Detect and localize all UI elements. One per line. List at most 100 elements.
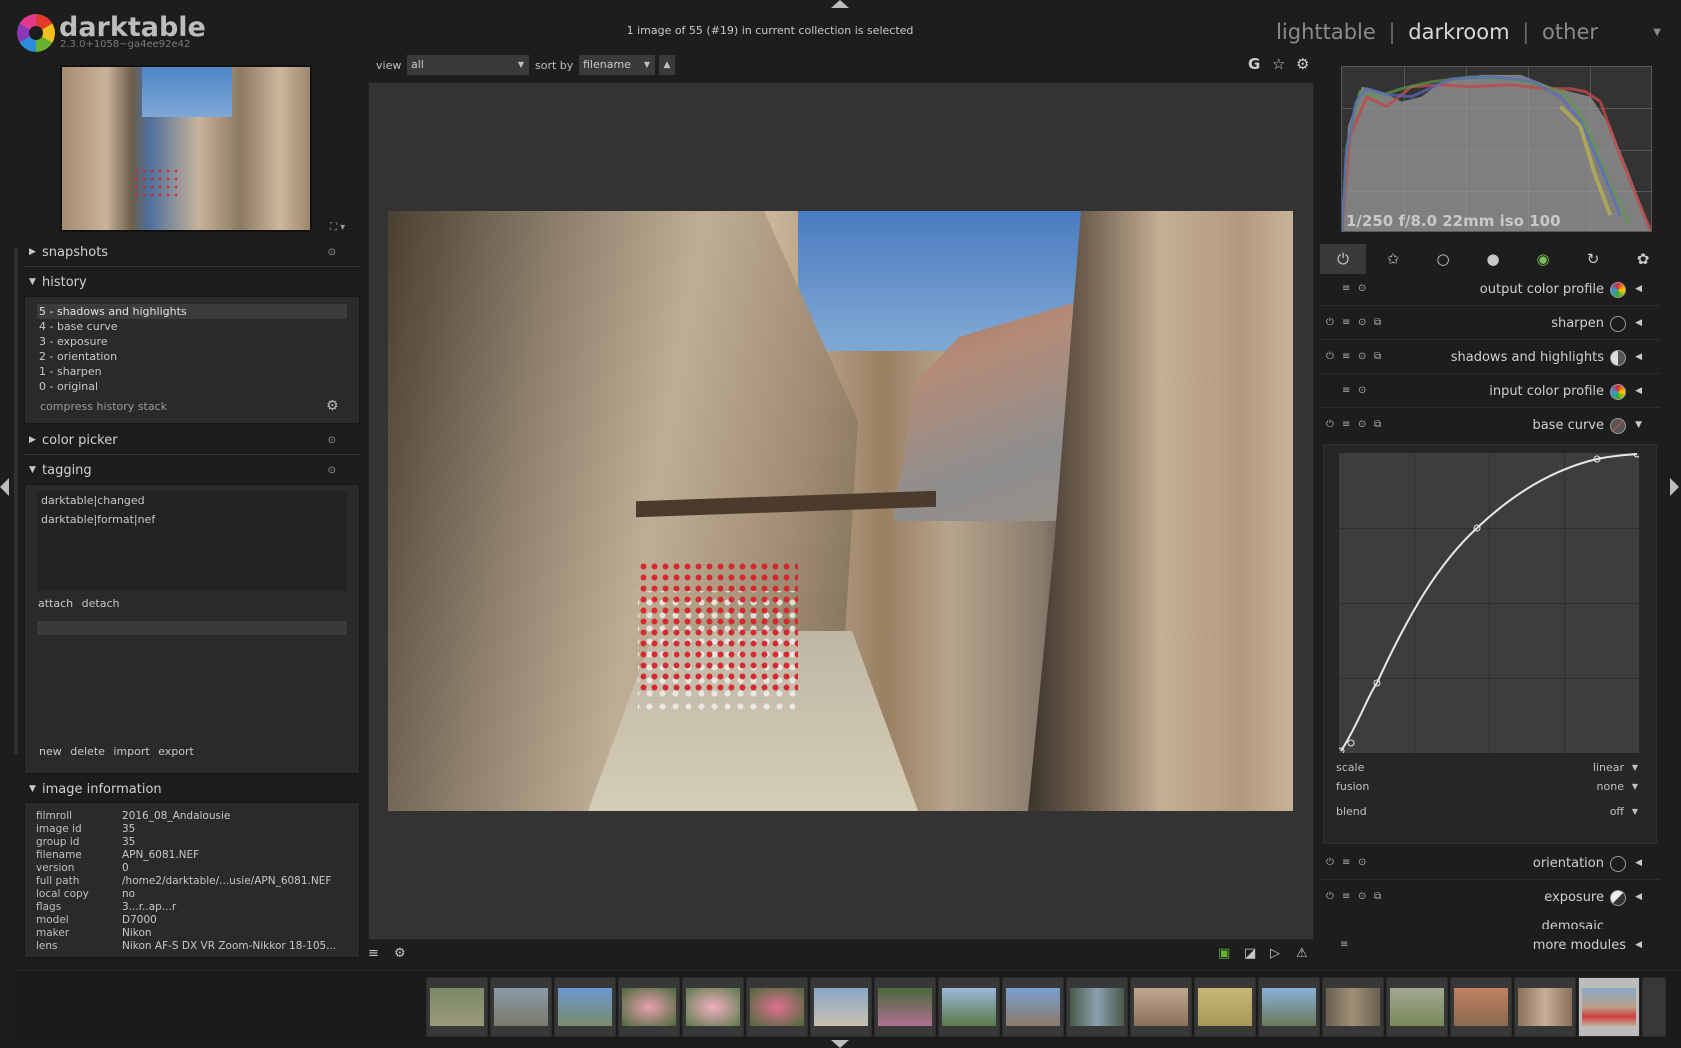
presets-icon[interactable]: ≡	[1342, 419, 1350, 430]
presets-icon[interactable]: ≡	[1342, 891, 1350, 902]
attach-button[interactable]: attach	[38, 597, 73, 610]
collapse-top-panel-icon[interactable]	[831, 0, 849, 8]
reset-icon[interactable]: ⊙	[1358, 351, 1366, 362]
grouping-icon[interactable]: G	[1248, 55, 1260, 73]
module-demosaic[interactable]: demosaic	[1320, 915, 1660, 929]
over-exposure-icon[interactable]: ◪	[1244, 946, 1256, 961]
expand-arrow-icon[interactable]: ◀	[1635, 318, 1642, 328]
reset-icon[interactable]: ⊙	[1358, 385, 1366, 396]
blend-param[interactable]: blend off ▼	[1336, 805, 1644, 821]
expand-arrow-icon[interactable]: ◀	[1635, 892, 1642, 902]
styles-icon[interactable]: ⚙	[394, 946, 406, 961]
attached-tag[interactable]: darktable|format|nef	[37, 510, 347, 529]
collapse-bottom-panel-icon[interactable]	[831, 1040, 849, 1048]
view-darkroom[interactable]: darkroom	[1408, 20, 1509, 44]
new-tag-button[interactable]: new	[39, 745, 62, 758]
expand-arrow-icon[interactable]: ◀	[1635, 284, 1642, 294]
collapse-arrow-icon[interactable]: ▼	[1635, 420, 1642, 430]
export-tags-button[interactable]: export	[158, 745, 194, 758]
attached-tag[interactable]: darktable|changed	[37, 491, 347, 510]
view-lighttable[interactable]: lighttable	[1276, 20, 1376, 44]
view-filter-select[interactable]: all ▼	[407, 55, 529, 75]
filmstrip-thumbnail[interactable]	[1002, 977, 1064, 1037]
reset-icon[interactable]: ⊙	[1358, 891, 1366, 902]
history-item[interactable]: 1 - sharpen	[37, 364, 347, 379]
reset-icon[interactable]: ⊙	[1358, 419, 1366, 430]
gear-icon[interactable]: ⚙	[1296, 55, 1309, 73]
navigator-zoom-icon[interactable]: ⛶ ▾	[330, 222, 345, 233]
collapse-right-panel-icon[interactable]	[1670, 478, 1679, 496]
filmstrip-thumbnail[interactable]	[426, 977, 488, 1037]
presets-icon[interactable]: ≡	[1342, 385, 1350, 396]
module-sharpen[interactable]: ⏻ ≡ ⊙ ⧉ sharpen ◀	[1320, 309, 1660, 339]
main-image[interactable]	[388, 211, 1293, 811]
color-assessment-icon[interactable]: ▣	[1218, 946, 1230, 961]
multi-instance-icon[interactable]: ⧉	[1374, 317, 1381, 328]
filmstrip-thumbnail[interactable]	[1450, 977, 1512, 1037]
filmstrip-thumbnail[interactable]	[554, 977, 616, 1037]
filmstrip-thumbnail[interactable]	[938, 977, 1000, 1037]
filmstrip-thumbnail[interactable]	[1258, 977, 1320, 1037]
gamut-check-icon[interactable]: ⚠	[1296, 946, 1308, 961]
fusion-param[interactable]: fusion none ▼	[1336, 780, 1644, 796]
favorites-group-icon[interactable]: ✩	[1370, 244, 1416, 274]
expand-arrow-icon[interactable]: ◀	[1635, 858, 1642, 868]
presets-icon[interactable]: ≡	[1342, 317, 1350, 328]
presets-icon[interactable]: ≡	[1342, 857, 1350, 868]
create-style-icon[interactable]: ⚙	[326, 398, 339, 414]
color-picker-header[interactable]: ▶ color picker ⊙	[24, 429, 360, 453]
history-header[interactable]: ▼ history	[24, 271, 360, 295]
expand-arrow-icon[interactable]: ◀	[1635, 386, 1642, 396]
curve-node[interactable]	[1347, 739, 1355, 747]
star-icon[interactable]: ☆	[1272, 55, 1285, 73]
views-dropdown-icon[interactable]: ▼	[1653, 27, 1661, 38]
softproof-icon[interactable]: ▷	[1270, 946, 1280, 961]
presets-icon[interactable]: ≡	[1340, 939, 1348, 950]
active-modules-group-icon[interactable]: ⏻	[1320, 244, 1366, 274]
tagging-header[interactable]: ▼ tagging ⊙	[24, 459, 360, 483]
multi-instance-icon[interactable]: ⧉	[1374, 891, 1381, 902]
reset-icon[interactable]: ⊙	[328, 435, 336, 446]
multi-instance-icon[interactable]: ⧉	[1374, 351, 1381, 362]
import-tags-button[interactable]: import	[113, 745, 149, 758]
filmstrip-thumbnail[interactable]	[1514, 977, 1576, 1037]
sort-direction-button[interactable]: ▲	[659, 55, 675, 75]
filmstrip-thumbnail[interactable]	[1386, 977, 1448, 1037]
basic-group-icon[interactable]: ○	[1420, 244, 1466, 274]
presets-icon[interactable]: ≡	[1342, 351, 1350, 362]
history-item[interactable]: 2 - orientation	[37, 349, 347, 364]
power-icon[interactable]: ⏻	[1326, 419, 1334, 430]
tone-group-icon[interactable]: ●	[1470, 244, 1516, 274]
compress-history-button[interactable]: compress history stack	[40, 400, 167, 413]
reset-icon[interactable]: ⊙	[1358, 857, 1366, 868]
filmstrip-thumbnail[interactable]	[1642, 977, 1666, 1037]
tag-entry-field[interactable]	[37, 621, 347, 635]
module-base-curve[interactable]: ⏻ ≡ ⊙ ⧉ base curve ▼	[1320, 411, 1660, 441]
filmstrip-thumbnail[interactable]	[746, 977, 808, 1037]
left-panel-scrollbar[interactable]	[14, 248, 18, 754]
power-icon[interactable]: ⏻	[1326, 857, 1334, 868]
history-item[interactable]: 3 - exposure	[37, 334, 347, 349]
more-modules-row[interactable]: ≡ more modules ◀	[1320, 936, 1660, 956]
navigator-thumbnail[interactable]	[60, 65, 312, 232]
module-input-color-profile[interactable]: ≡ ⊙ input color profile ◀	[1320, 377, 1660, 407]
filmstrip-thumbnail[interactable]	[1194, 977, 1256, 1037]
reset-icon[interactable]: ⊙	[328, 247, 336, 258]
detach-button[interactable]: detach	[82, 597, 120, 610]
image-information-header[interactable]: ▼ image information	[24, 778, 360, 802]
filmstrip-thumbnail-current[interactable]	[1578, 977, 1640, 1037]
sort-by-select[interactable]: filename ▼	[579, 55, 655, 75]
view-other[interactable]: other	[1542, 20, 1598, 44]
module-output-color-profile[interactable]: ≡ ⊙ output color profile ◀	[1320, 275, 1660, 305]
history-item[interactable]: 5 - shadows and highlights	[37, 304, 347, 319]
reset-icon[interactable]: ⊙	[328, 465, 336, 476]
filmstrip-thumbnail[interactable]	[682, 977, 744, 1037]
filmstrip-thumbnail[interactable]	[874, 977, 936, 1037]
scale-param[interactable]: scale linear ▼	[1336, 761, 1644, 777]
filmstrip-thumbnail[interactable]	[618, 977, 680, 1037]
power-icon[interactable]: ⏻	[1326, 317, 1334, 328]
effect-group-icon[interactable]: ✿	[1620, 244, 1666, 274]
collapse-left-panel-icon[interactable]	[0, 478, 9, 496]
filmstrip-thumbnail[interactable]	[1130, 977, 1192, 1037]
filmstrip-thumbnail[interactable]	[490, 977, 552, 1037]
